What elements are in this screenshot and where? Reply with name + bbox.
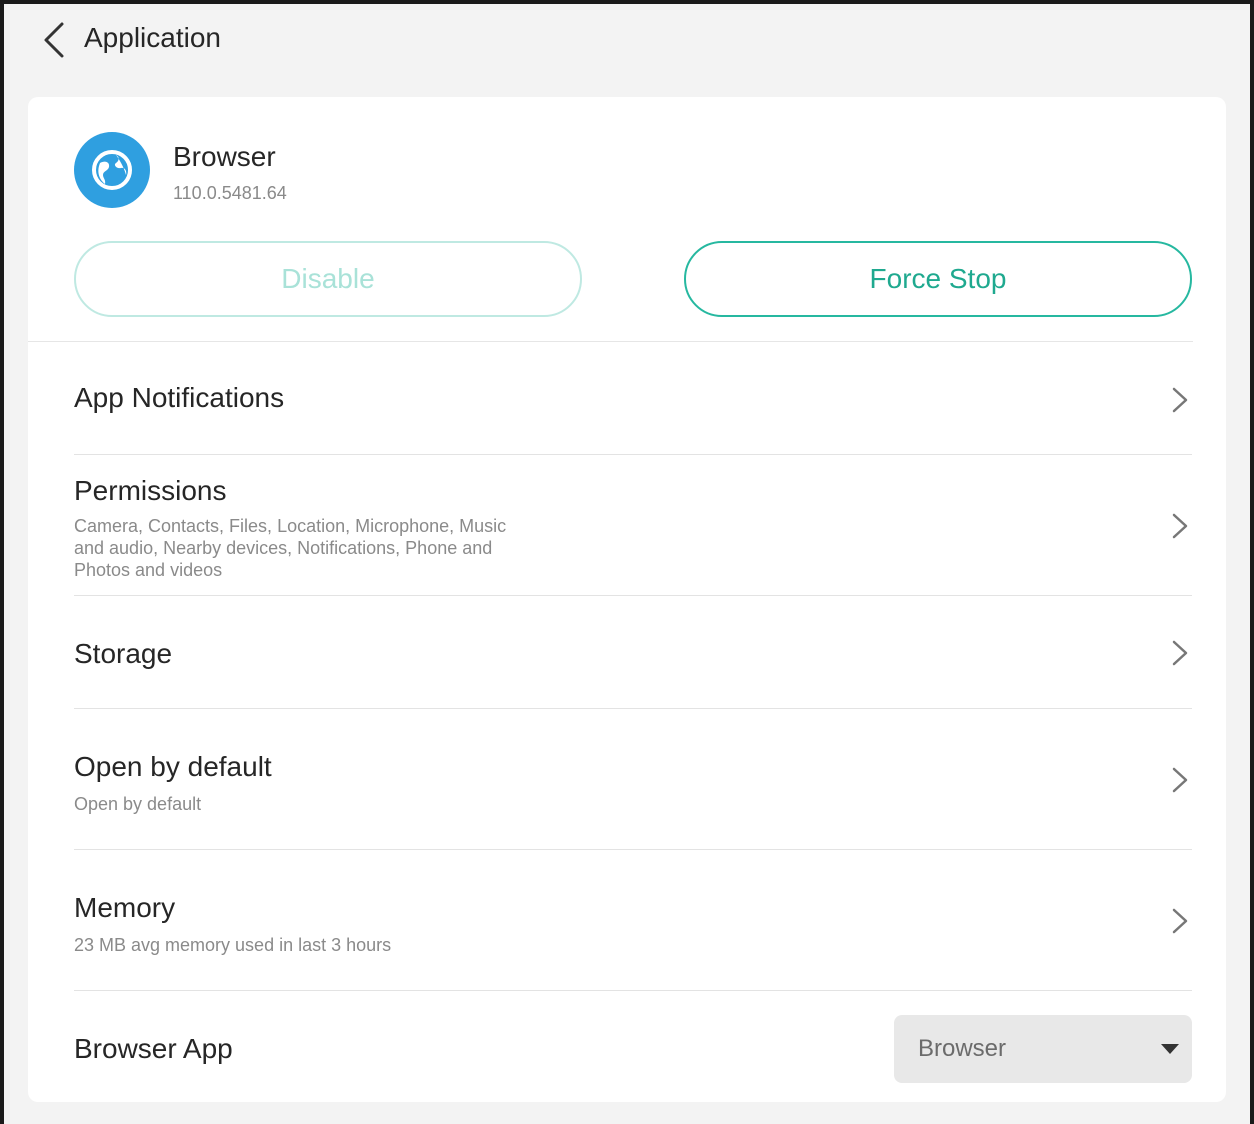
- browser-app-icon: [74, 132, 150, 208]
- page-title: Application: [84, 22, 221, 53]
- permissions-summary-line: Camera, Contacts, Files, Location, Micro…: [74, 516, 507, 536]
- caret-down-icon: [1161, 1044, 1179, 1054]
- open-by-default-subtitle: Open by default: [74, 794, 202, 814]
- chevron-right-icon: [1172, 640, 1188, 666]
- chevron-right-icon: [1172, 908, 1188, 934]
- globe-icon: [92, 150, 132, 190]
- back-button[interactable]: [34, 20, 74, 60]
- open-by-default-row[interactable]: Open by default Open by default: [74, 709, 1192, 849]
- chevron-left-icon: [44, 22, 64, 58]
- browser-app-title: Browser App: [74, 1033, 233, 1064]
- app-notifications-title: App Notifications: [74, 382, 285, 413]
- app-version: 110.0.5481.64: [173, 183, 287, 203]
- memory-title: Memory: [74, 892, 176, 923]
- permissions-summary-line: and audio, Nearby devices, Notifications…: [74, 538, 493, 558]
- memory-subtitle: 23 MB avg memory used in last 3 hours: [74, 935, 392, 955]
- chevron-right-icon: [1172, 513, 1188, 539]
- app-info-card: Browser 110.0.5481.64 Disable Force Stop…: [28, 97, 1226, 1102]
- storage-title: Storage: [74, 638, 173, 669]
- app-notifications-row[interactable]: App Notifications: [74, 342, 1192, 454]
- chevron-right-icon: [1172, 767, 1188, 793]
- browser-app-select[interactable]: Browser: [894, 1015, 1192, 1083]
- permissions-summary-line: Photos and videos: [74, 560, 223, 580]
- permissions-row[interactable]: Permissions Camera, Contacts, Files, Loc…: [74, 455, 1192, 595]
- app-info-screen: Application Browser 110.0.5481.64 Disabl…: [0, 0, 1254, 1124]
- open-by-default-title: Open by default: [74, 751, 272, 782]
- force-stop-button[interactable]: Force Stop: [684, 241, 1192, 317]
- browser-app-select-value: Browser: [918, 1035, 1007, 1062]
- header: Application: [4, 4, 1250, 74]
- disable-button[interactable]: Disable: [74, 241, 582, 317]
- permissions-title: Permissions: [74, 475, 227, 506]
- chevron-right-icon: [1172, 387, 1188, 413]
- app-name: Browser: [173, 141, 276, 172]
- memory-row[interactable]: Memory 23 MB avg memory used in last 3 h…: [74, 850, 1192, 990]
- storage-row[interactable]: Storage: [74, 596, 1192, 708]
